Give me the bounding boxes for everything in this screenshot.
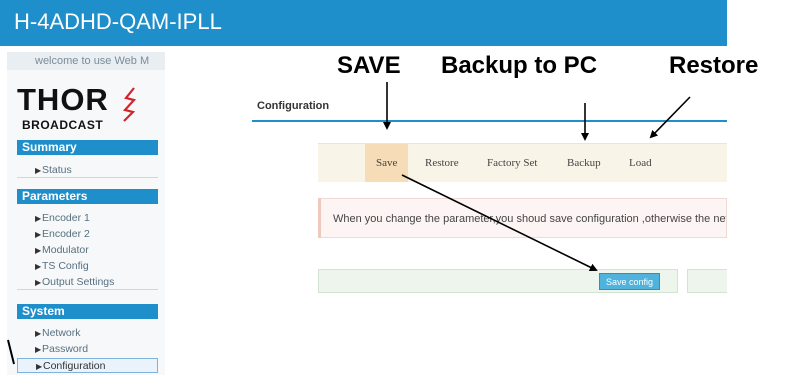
arrow-to-save-config — [401, 174, 598, 271]
arrow-configuration-partial — [7, 339, 15, 365]
arrow-restore — [649, 96, 691, 139]
annotation-arrows — [7, 82, 691, 365]
